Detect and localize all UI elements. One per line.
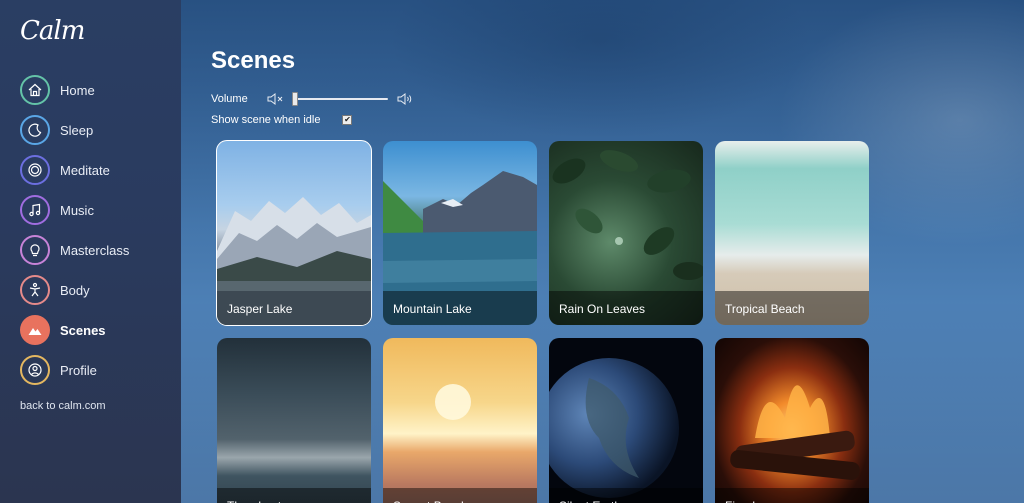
mute-icon[interactable] [266, 92, 284, 106]
volume-slider[interactable] [292, 92, 388, 106]
scene-card-thunderstorm[interactable]: Thunderstorm [217, 338, 371, 503]
lightbulb-icon [20, 235, 50, 265]
sidebar-item-masterclass[interactable]: Masterclass [20, 230, 181, 270]
sidebar-item-label: Body [60, 282, 90, 298]
scenes-panel: Scenes Volume Show scene when idle ✔ [211, 0, 1024, 128]
mountain-icon [20, 315, 50, 345]
scene-thumbnail [549, 338, 703, 503]
sidebar-item-label: Profile [60, 362, 97, 378]
scene-thumbnail [217, 338, 371, 503]
volume-label: Volume [211, 93, 248, 105]
home-icon [20, 75, 50, 105]
sidebar-item-profile[interactable]: Profile [20, 350, 181, 390]
scene-card-silent-earth[interactable]: Silent Earth [549, 338, 703, 503]
back-to-calm-link[interactable]: back to calm.com [20, 400, 181, 412]
scene-caption: Tropical Beach [715, 291, 869, 325]
calm-logo[interactable]: Calm [20, 16, 181, 54]
scene-caption: Rain On Leaves [549, 291, 703, 325]
volume-max-icon[interactable] [396, 92, 414, 106]
target-icon [20, 155, 50, 185]
sidebar-item-label: Meditate [60, 162, 110, 178]
idle-checkbox[interactable]: ✔ [342, 115, 353, 125]
scene-card-fireplace[interactable]: Fireplace [715, 338, 869, 503]
sidebar-item-scenes[interactable]: Scenes [20, 310, 181, 350]
sidebar-item-label: Home [60, 82, 95, 98]
page-title: Scenes [211, 47, 296, 74]
scene-card-tropical-beach[interactable]: Tropical Beach [715, 141, 869, 325]
profile-icon [20, 355, 50, 385]
scene-caption: Fireplace [715, 488, 869, 503]
sidebar: Calm Home Sleep Meditate Music Mastercla… [0, 0, 181, 503]
sidebar-item-music[interactable]: Music [20, 190, 181, 230]
volume-slider-track [292, 98, 388, 100]
scene-card-mountain-lake[interactable]: Mountain Lake [383, 141, 537, 325]
idle-row: Show scene when idle ✔ [211, 112, 1024, 128]
scene-card-jasper-lake[interactable]: Jasper Lake [216, 140, 372, 326]
volume-slider-thumb[interactable] [292, 92, 298, 106]
scene-caption: Thunderstorm [217, 488, 371, 503]
volume-row: Volume [211, 90, 1024, 108]
sidebar-item-meditate[interactable]: Meditate [20, 150, 181, 190]
music-note-icon [20, 195, 50, 225]
sidebar-item-home[interactable]: Home [20, 70, 181, 110]
scene-caption: Sunset Beach [383, 488, 537, 503]
scene-card-sunset-beach[interactable]: Sunset Beach [383, 338, 537, 503]
scene-caption: Jasper Lake [217, 291, 371, 325]
scene-caption: Silent Earth [549, 488, 703, 503]
scene-controls: Volume Show scene when idle ✔ [211, 90, 1024, 128]
sidebar-item-label: Masterclass [60, 242, 130, 258]
body-icon [20, 275, 50, 305]
sidebar-item-sleep[interactable]: Sleep [20, 110, 181, 150]
scene-thumbnail [715, 338, 869, 503]
moon-icon [20, 115, 50, 145]
scene-card-rain-on-leaves[interactable]: Rain On Leaves [549, 141, 703, 325]
idle-label: Show scene when idle [211, 114, 321, 126]
sidebar-item-label: Music [60, 202, 94, 218]
sidebar-item-label: Scenes [60, 322, 106, 338]
scene-thumbnail [383, 338, 537, 503]
sidebar-item-label: Sleep [60, 122, 94, 138]
sidebar-item-body[interactable]: Body [20, 270, 181, 310]
scene-caption: Mountain Lake [383, 291, 537, 325]
